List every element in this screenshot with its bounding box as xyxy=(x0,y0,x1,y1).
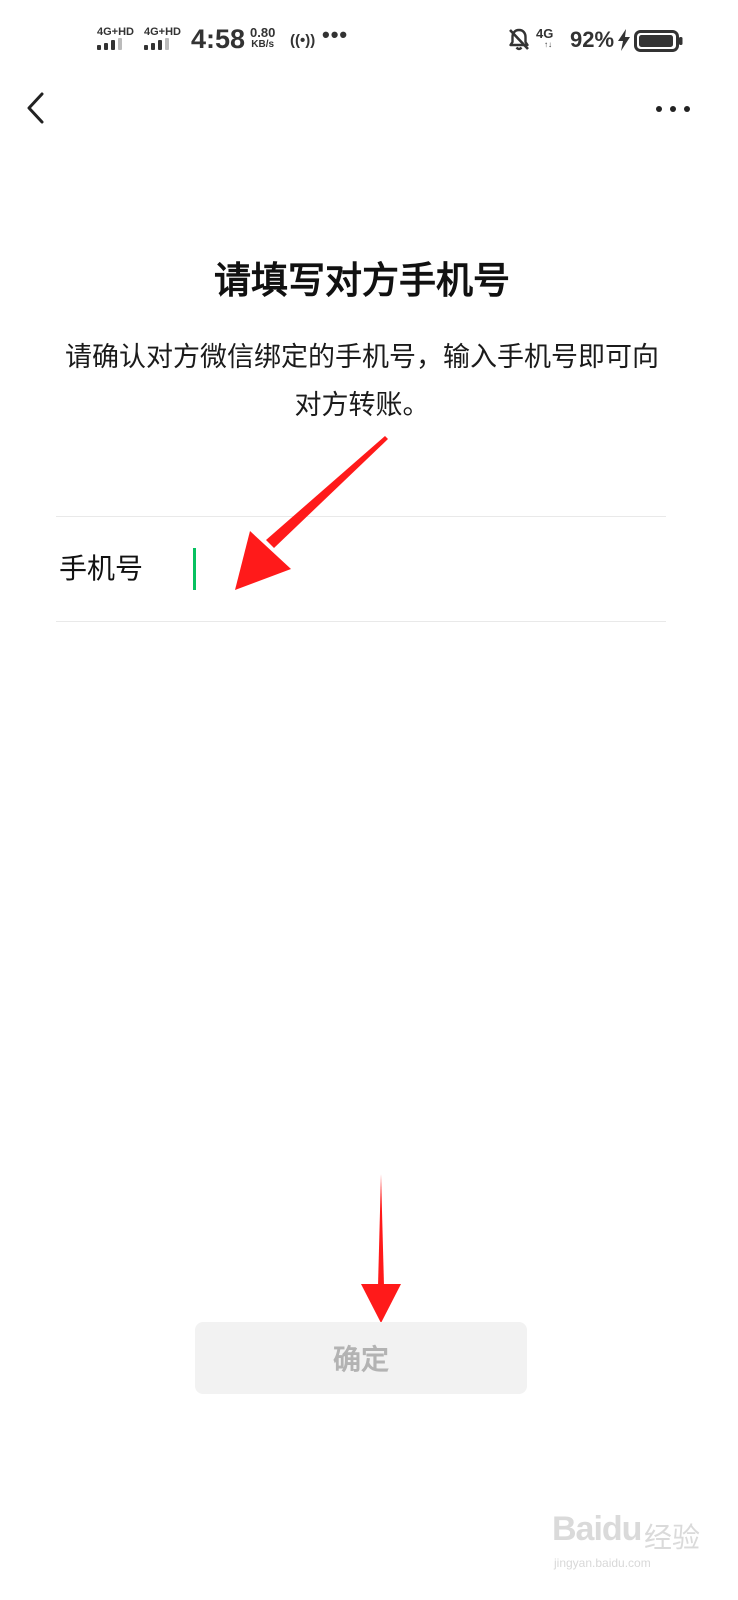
phone-number-input[interactable] xyxy=(192,545,662,593)
status-time: 4:58 xyxy=(191,24,246,54)
hotspot-icon: ((•)) xyxy=(290,32,316,49)
watermark-suffix: 经验 xyxy=(644,1521,701,1554)
sim1-network-label: 4G+HD xyxy=(97,26,134,38)
baidu-jingyan-watermark: Baidu 经验 jingyan.baidu.com xyxy=(552,1500,722,1580)
back-button[interactable] xyxy=(18,86,58,130)
chevron-left-icon xyxy=(27,92,44,124)
phone-number-row[interactable]: 手机号 xyxy=(56,517,666,621)
divider-bottom xyxy=(56,621,666,622)
page-title: 请填写对方手机号 xyxy=(214,259,510,302)
network-speed-unit: KB/s xyxy=(251,39,275,50)
sim1-signal-icon xyxy=(97,38,127,50)
status-bar: 4G+HD 4G+HD 4:58 0.80 KB/s ((•)) ••• 4G … xyxy=(0,0,738,80)
battery-percent: 92% xyxy=(570,27,615,52)
watermark-url: jingyan.baidu.com xyxy=(554,1556,651,1570)
confirm-button[interactable]: 确定 xyxy=(195,1322,527,1394)
network-speed: 0.80 KB/s xyxy=(250,25,276,51)
more-options-button[interactable] xyxy=(648,92,698,126)
phone-label: 手机号 xyxy=(59,552,144,585)
text-cursor xyxy=(193,548,196,590)
data-activity-icon: ↑↓ xyxy=(544,40,552,49)
mobile-data-indicator: 4G ↑↓ xyxy=(536,26,554,49)
annotation-arrow-confirm xyxy=(361,1174,401,1323)
page-description: 请确认对方微信绑定的手机号，输入手机号即可向对方转账。 xyxy=(65,342,659,421)
battery-icon xyxy=(634,30,683,52)
network-speed-value: 0.80 xyxy=(250,25,276,40)
sim2-network-label: 4G+HD xyxy=(144,26,181,38)
bell-off-icon xyxy=(509,28,529,51)
more-notifications-icon: ••• xyxy=(322,22,349,47)
sim2-signal-icon xyxy=(144,38,174,50)
bolt-icon xyxy=(618,29,630,51)
watermark-logo: Baidu xyxy=(552,1510,642,1548)
mobile-data-label: 4G xyxy=(536,26,554,41)
